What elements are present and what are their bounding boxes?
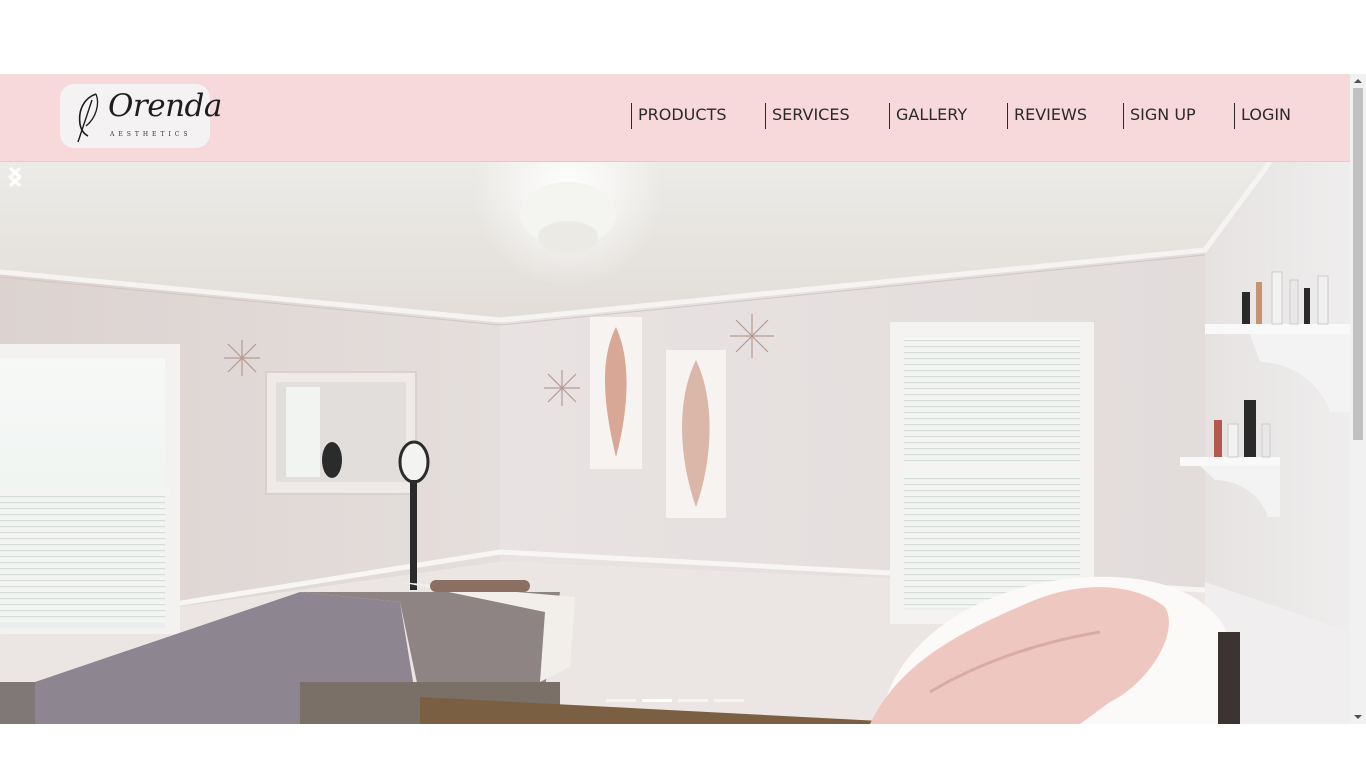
nav-sign-up[interactable]: SIGN UP [1123,103,1196,129]
slide-image-spa-room [0,162,1350,724]
carousel-next-arrow[interactable] [0,162,30,192]
carousel-indicator-2[interactable] [642,699,672,702]
logo-name: Orenda [108,88,222,124]
nav-products[interactable]: PRODUCTS [631,103,727,129]
scroll-down-icon[interactable] [1350,710,1366,724]
page-scrollbar[interactable] [1350,74,1366,724]
feather-icon [77,93,99,143]
carousel-indicator-1[interactable] [606,699,636,702]
carousel-indicator-3[interactable] [678,699,708,702]
website-frame: Orenda AESTHETICS PRODUCTS SERVICES GALL… [0,74,1350,724]
nav-login[interactable]: LOGIN [1234,103,1291,129]
carousel-indicator-4[interactable] [714,699,744,702]
nav-reviews[interactable]: REVIEWS [1007,103,1087,129]
nav-gallery[interactable]: GALLERY [889,103,967,129]
nav-services[interactable]: SERVICES [765,103,850,129]
site-header: Orenda AESTHETICS PRODUCTS SERVICES GALL… [0,74,1350,162]
scrollbar-thumb[interactable] [1353,88,1363,440]
logo-tagline: AESTHETICS [110,131,192,138]
hero-carousel [0,162,1350,724]
scroll-up-icon[interactable] [1350,74,1366,88]
brand-logo[interactable]: Orenda AESTHETICS [60,84,222,148]
